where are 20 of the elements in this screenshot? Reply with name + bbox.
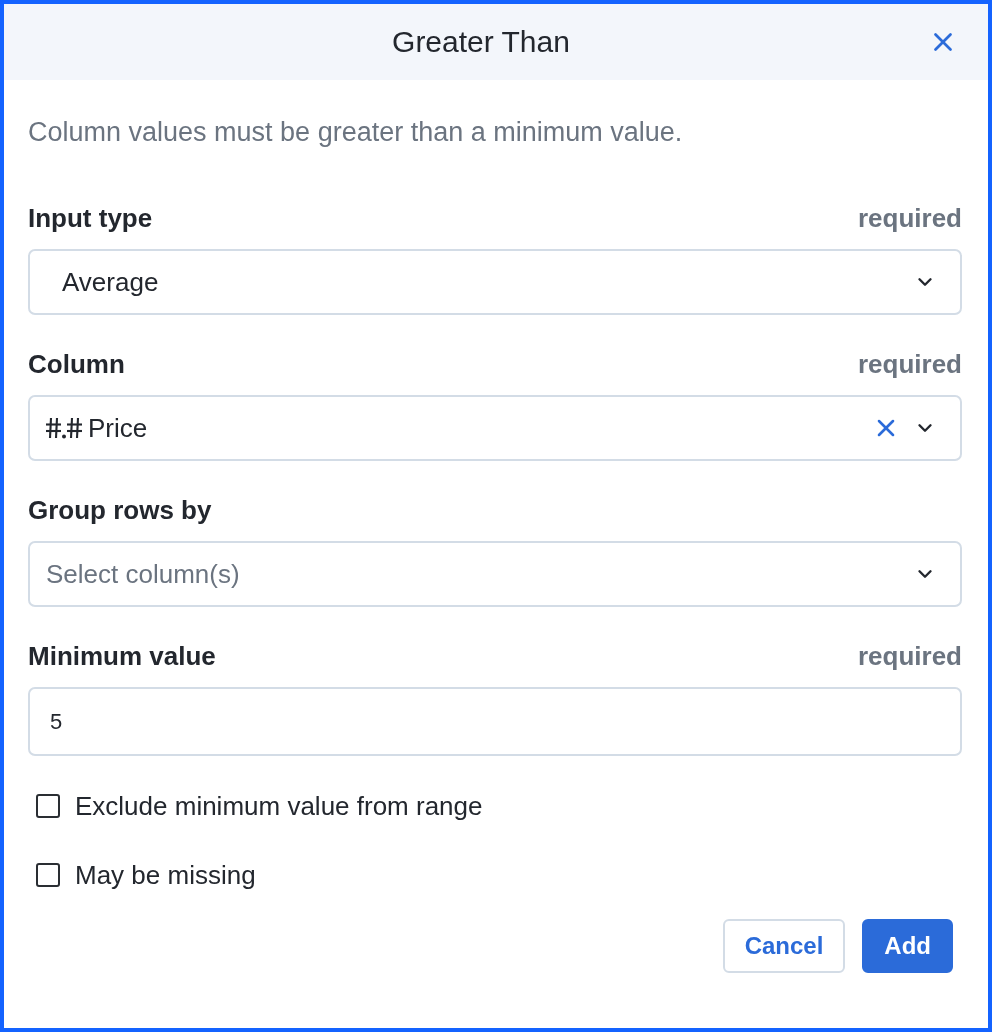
required-note: required xyxy=(857,203,962,233)
dialog-title: Greater Than xyxy=(392,24,570,60)
dialog-description: Column values must be greater than a minimum value. xyxy=(28,117,684,147)
field-label: Minimum value xyxy=(28,641,216,671)
checkbox[interactable] xyxy=(36,863,60,887)
checkbox-label: Exclude minimum value from range xyxy=(75,791,483,821)
hash-number-icon xyxy=(46,417,82,439)
field-label: Group rows by xyxy=(28,495,212,525)
field-label: Column xyxy=(28,349,125,379)
dropdown-field[interactable]: Price xyxy=(28,395,962,461)
dropdown-field[interactable]: Select column(s) xyxy=(28,541,962,607)
checkbox-label: May be missing xyxy=(75,860,256,890)
required-note: required xyxy=(857,349,962,379)
input-field[interactable]: 5 xyxy=(28,687,962,756)
required-note: required xyxy=(857,641,962,671)
dropdown-field[interactable]: Average xyxy=(28,249,962,315)
field-label: Input type xyxy=(28,203,153,233)
cancel-button[interactable]: Cancel xyxy=(722,919,846,973)
checkbox[interactable] xyxy=(36,794,60,818)
add-button[interactable]: Add xyxy=(862,919,953,973)
